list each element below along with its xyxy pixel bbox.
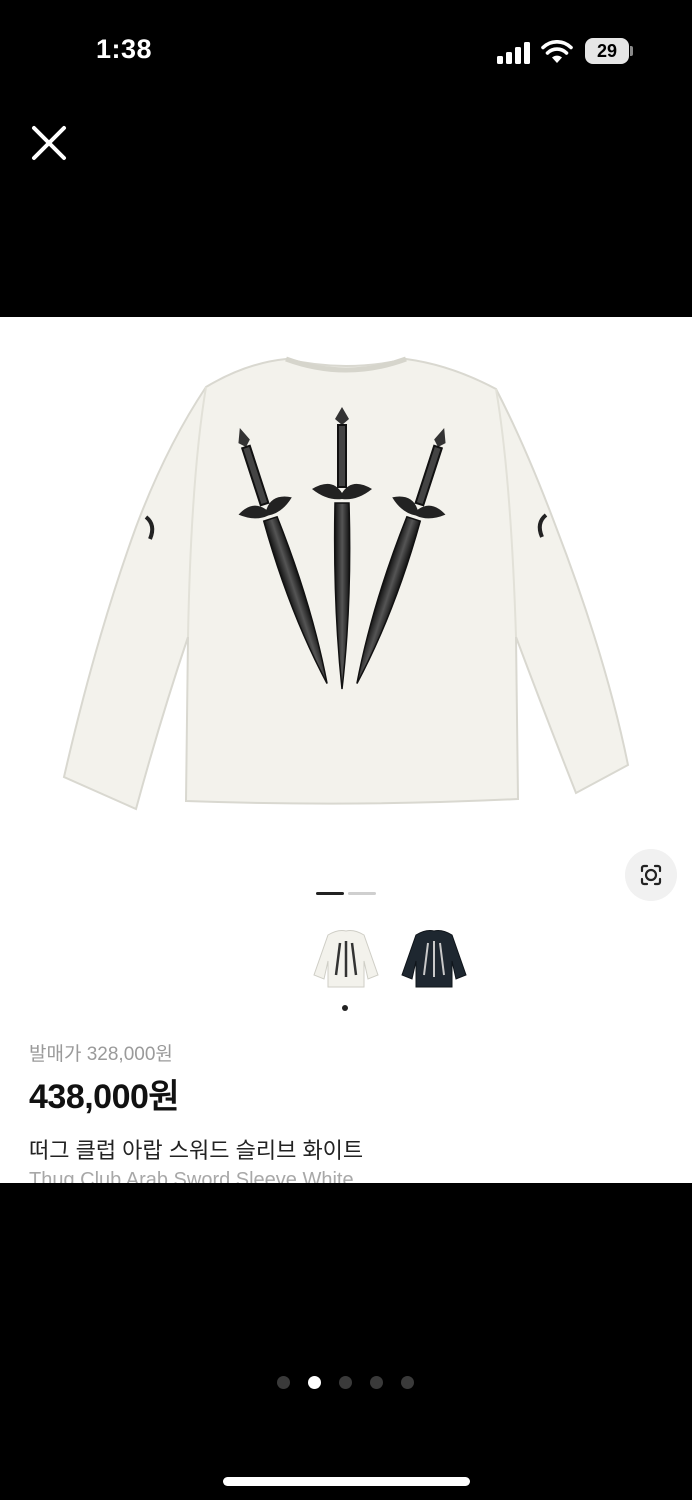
home-indicator[interactable] xyxy=(223,1477,470,1486)
image-search-icon[interactable] xyxy=(625,849,677,901)
thumbnail-white[interactable] xyxy=(308,921,384,997)
image-pager-segment-active xyxy=(316,892,344,895)
thumbnail-black[interactable] xyxy=(396,921,472,997)
image-pager-segment xyxy=(348,892,376,895)
product-image[interactable] xyxy=(56,337,636,817)
product-name-korean: 떠그 클럽 아랍 스워드 슬리브 화이트 xyxy=(29,1138,364,1163)
product-viewer[interactable]: 발매가 328,000원 438,000원 떠그 클럽 아랍 스워드 슬리브 화… xyxy=(0,317,692,1183)
pager-dot-2-active[interactable] xyxy=(308,1376,321,1389)
selected-thumbnail-dot xyxy=(342,1005,348,1011)
release-price: 발매가 328,000원 xyxy=(29,1044,173,1065)
screenshot-pager xyxy=(277,1376,417,1390)
pager-dot-4[interactable] xyxy=(370,1376,383,1389)
pager-dot-5[interactable] xyxy=(401,1376,414,1389)
product-price: 438,000원 xyxy=(29,1078,180,1116)
close-icon[interactable] xyxy=(26,120,72,166)
cellular-signal-icon xyxy=(497,42,530,64)
pager-dot-3[interactable] xyxy=(339,1376,352,1389)
status-time: 1:38 xyxy=(96,34,153,64)
battery-level: 29 xyxy=(596,41,618,61)
pager-dot-1[interactable] xyxy=(277,1376,290,1389)
product-name-english: Thug Club Arab Sword Sleeve White xyxy=(29,1169,354,1183)
wifi-icon xyxy=(541,40,573,63)
battery-icon: 29 xyxy=(585,38,633,64)
status-bar: 1:38 29 xyxy=(0,0,692,104)
